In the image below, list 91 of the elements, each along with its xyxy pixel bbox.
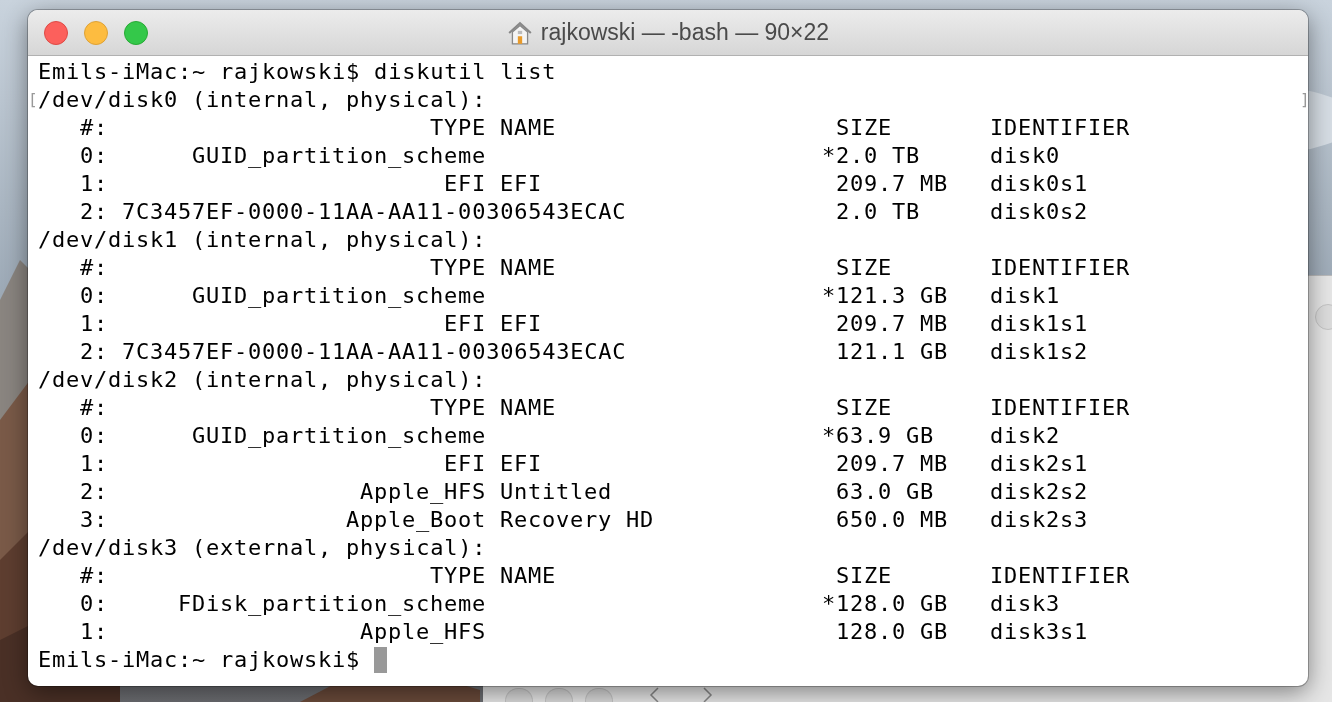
partition-size: 128.0 GB (836, 590, 949, 618)
partition-type: Apple_HFS (358, 478, 486, 506)
partition-identifier: disk2s1 (990, 450, 1089, 478)
partition-number: 0: (79, 282, 108, 310)
column-heading: TYPE (428, 394, 486, 422)
partition-number: 0: (79, 142, 108, 170)
partition-name: EFI (500, 310, 542, 338)
asterisk: * (822, 422, 836, 450)
partition-name: Recovery HD (500, 506, 655, 534)
partition-identifier: disk0s2 (990, 198, 1089, 226)
partition-number: 1: (79, 618, 108, 646)
column-heading: SIZE (836, 394, 893, 422)
command-line: Emils-iMac:~ rajkowski$ diskutil list (38, 58, 557, 86)
partition-type: FDisk_partition_scheme (176, 590, 486, 618)
partition-name: EFI (500, 170, 542, 198)
partition-type: 7C3457EF-0000-11AA-AA11-00306543ECAC (122, 198, 627, 226)
column-heading: TYPE (428, 562, 486, 590)
partition-size: 209.7 MB (836, 450, 949, 478)
column-heading: TYPE (428, 254, 486, 282)
column-heading: #: (79, 562, 108, 590)
partition-number: 1: (79, 450, 108, 478)
partition-identifier: disk1s1 (990, 310, 1089, 338)
disk-heading: /dev/disk0 (internal, physical): (38, 86, 487, 114)
column-heading: SIZE (836, 254, 893, 282)
column-heading: NAME (500, 254, 557, 282)
close-button[interactable] (44, 21, 68, 45)
partition-number: 2: (79, 478, 108, 506)
partition-name: EFI (500, 450, 542, 478)
partition-size: 121.1 GB (836, 338, 949, 366)
partition-size: 121.3 GB (836, 282, 949, 310)
partition-type: Apple_HFS (358, 618, 486, 646)
partition-size: 650.0 MB (836, 506, 949, 534)
column-heading: SIZE (836, 114, 893, 142)
partition-size: 128.0 GB (836, 618, 949, 646)
partition-type: EFI (443, 450, 486, 478)
partition-identifier: disk2s2 (990, 478, 1089, 506)
scroll-marker: [ (28, 89, 38, 111)
partition-number: 1: (79, 310, 108, 338)
partition-type: GUID_partition_scheme (190, 142, 486, 170)
column-heading: NAME (500, 562, 557, 590)
house-icon (506, 19, 533, 46)
disk-heading: /dev/disk2 (internal, physical): (38, 366, 487, 394)
scroll-marker: ] (1300, 89, 1308, 111)
partition-type: EFI (443, 170, 486, 198)
window-title: rajkowski — -bash — 90×22 (540, 19, 830, 46)
partition-size: 209.7 MB (836, 310, 949, 338)
partition-identifier: disk0 (990, 142, 1061, 170)
partition-type: Apple_Boot (344, 506, 486, 534)
partition-number: 3: (79, 506, 108, 534)
column-heading: NAME (500, 394, 557, 422)
partition-size: 63.9 GB (836, 422, 935, 450)
column-heading: TYPE (428, 114, 486, 142)
zoom-button[interactable] (124, 21, 148, 45)
disk-heading: /dev/disk1 (internal, physical): (38, 226, 487, 254)
partition-type: GUID_partition_scheme (190, 282, 486, 310)
partition-identifier: disk2 (990, 422, 1061, 450)
partition-size: 209.7 MB (836, 170, 949, 198)
partition-number: 0: (79, 422, 108, 450)
partition-identifier: disk3 (990, 590, 1061, 618)
partition-type: GUID_partition_scheme (190, 422, 486, 450)
partition-identifier: disk3s1 (990, 618, 1089, 646)
asterisk: * (822, 590, 836, 618)
asterisk: * (822, 142, 836, 170)
column-heading: SIZE (836, 562, 893, 590)
partition-type: 7C3457EF-0000-11AA-AA11-00306543ECAC (122, 338, 627, 366)
column-heading: NAME (500, 114, 557, 142)
asterisk: * (822, 282, 836, 310)
partition-size: 2.0 TB (836, 198, 921, 226)
partition-identifier: disk1 (990, 282, 1061, 310)
text-cursor (374, 647, 388, 673)
column-heading: IDENTIFIER (990, 114, 1131, 142)
column-heading: #: (79, 254, 108, 282)
partition-number: 2: (79, 198, 108, 226)
column-heading: IDENTIFIER (990, 394, 1131, 422)
column-heading: IDENTIFIER (990, 254, 1131, 282)
partition-identifier: disk0s1 (990, 170, 1089, 198)
partition-size: 2.0 TB (836, 142, 921, 170)
partition-size: 63.0 GB (836, 478, 935, 506)
partition-type: EFI (443, 310, 486, 338)
partition-identifier: disk1s2 (990, 338, 1089, 366)
shell-prompt: Emils-iMac:~ rajkowski$ (38, 646, 361, 674)
column-heading: #: (79, 114, 108, 142)
column-heading: IDENTIFIER (990, 562, 1131, 590)
partition-number: 0: (79, 590, 108, 618)
minimize-button[interactable] (84, 21, 108, 45)
partition-identifier: disk2s3 (990, 506, 1089, 534)
column-heading: #: (79, 394, 108, 422)
partition-name: Untitled (500, 478, 613, 506)
disk-heading: /dev/disk3 (external, physical): (38, 534, 487, 562)
partition-number: 1: (79, 170, 108, 198)
partition-number: 2: (79, 338, 108, 366)
